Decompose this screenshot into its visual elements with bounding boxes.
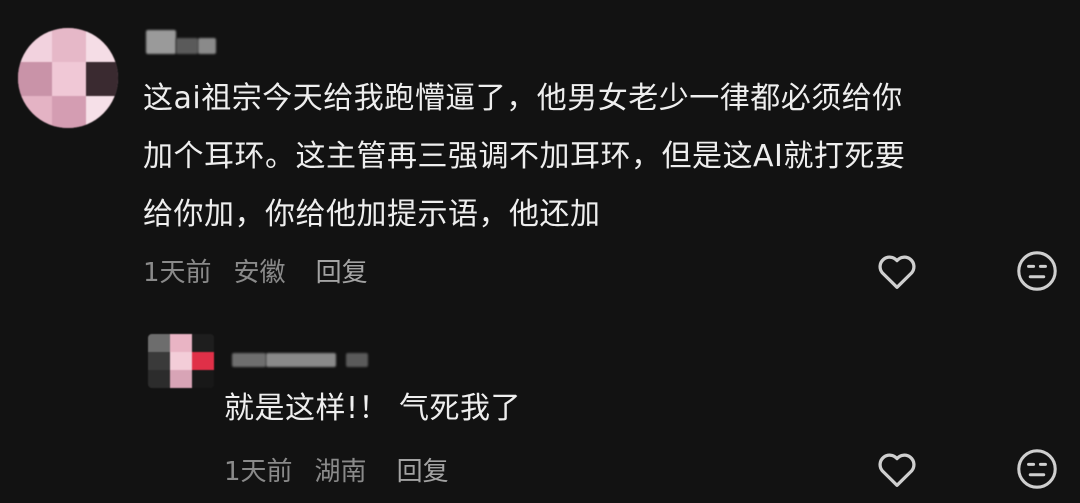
author-name-blur bbox=[198, 38, 216, 54]
author-name-blur bbox=[266, 353, 336, 367]
comment-text-line: 加个耳环。这主管再三强调不加耳环，但是这AI就打死要 bbox=[143, 139, 906, 174]
comment-text-line: 这ai祖宗今天给我跑懵逼了，他男女老少一律都必须给你 bbox=[143, 81, 903, 116]
comment-meta: 1天前 湖南 回复 bbox=[224, 451, 471, 488]
comment-location: 安徽 bbox=[233, 258, 286, 288]
author-name-blur bbox=[146, 30, 176, 54]
comment-time: 1天前 bbox=[224, 457, 293, 487]
heart-outline-icon[interactable] bbox=[874, 446, 920, 492]
reply-button[interactable]: 回复 bbox=[316, 258, 368, 288]
avatar[interactable] bbox=[18, 28, 118, 128]
meh-face-icon[interactable] bbox=[1014, 446, 1060, 492]
comment-text-line: 给你加，你给他加提示语，他还加 bbox=[143, 197, 601, 232]
author-name-blur bbox=[346, 353, 368, 367]
author-name-blur bbox=[176, 38, 198, 54]
meh-face-icon[interactable] bbox=[1014, 248, 1060, 294]
comment-text-line: 就是这样!！ 气死我了 bbox=[224, 391, 522, 426]
comment-time: 1天前 bbox=[143, 258, 212, 288]
avatar[interactable] bbox=[148, 334, 214, 388]
reply-button[interactable]: 回复 bbox=[397, 457, 449, 487]
author-name-blur bbox=[232, 353, 266, 367]
heart-outline-icon[interactable] bbox=[874, 248, 920, 294]
comment-meta: 1天前 安徽 回复 bbox=[143, 252, 390, 289]
comment-location: 湖南 bbox=[314, 457, 367, 487]
